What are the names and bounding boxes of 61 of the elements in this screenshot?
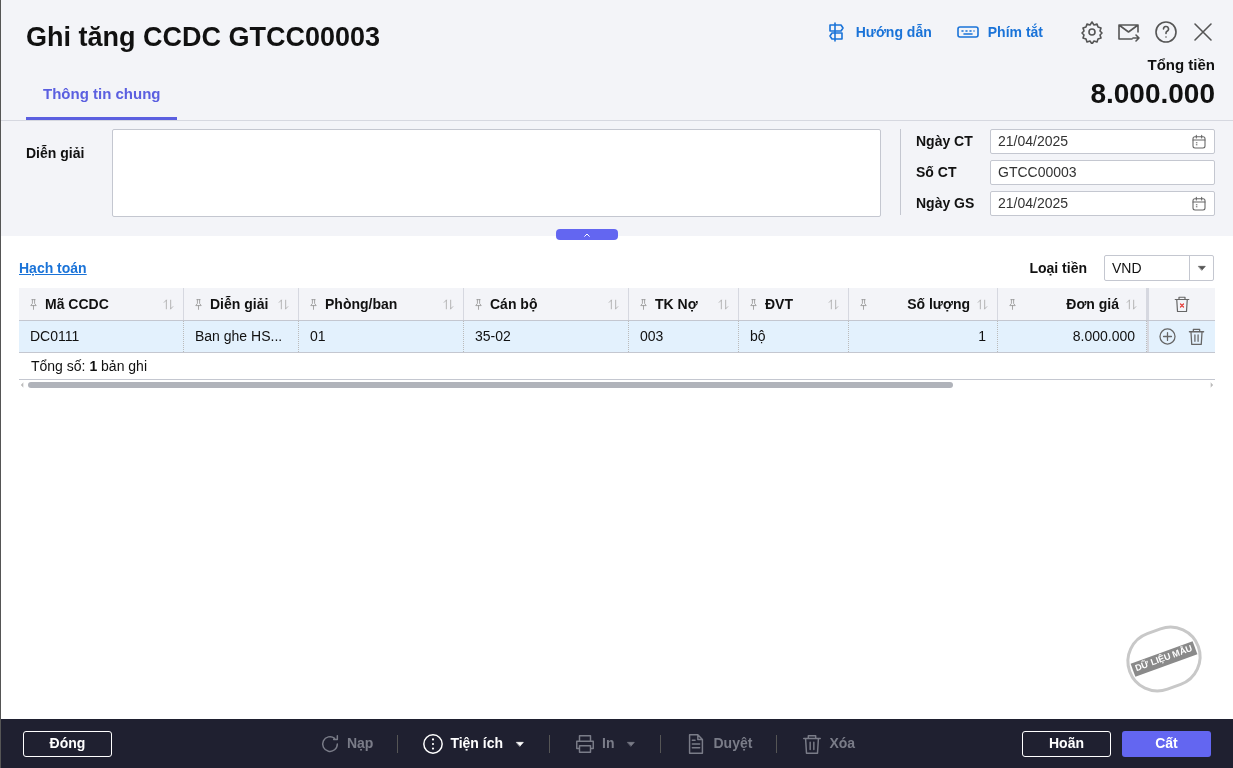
table-cell: Ban ghe HS...	[184, 321, 299, 352]
pin-icon	[472, 297, 485, 311]
calendar-icon	[1191, 195, 1207, 212]
caret-down-icon	[1196, 263, 1207, 273]
pin-icon	[1006, 297, 1019, 311]
sort-icon	[976, 297, 989, 311]
pin-icon	[307, 297, 320, 311]
settings-icon[interactable]	[1080, 20, 1104, 44]
sort-icon	[827, 297, 840, 311]
print-icon	[574, 732, 597, 755]
pin-icon	[192, 297, 205, 311]
currency-label: Loại tiền	[1029, 258, 1087, 278]
toolbar-link[interactable]: Hướng dẫn	[823, 20, 932, 44]
scrollbar-thumb[interactable]	[28, 382, 953, 388]
table-cell: 01	[299, 321, 464, 352]
table-cell: 35-02	[464, 321, 629, 352]
date-field[interactable]: 21/04/2025	[990, 129, 1215, 154]
table-cell: DC0111	[19, 321, 184, 352]
sort-icon	[717, 297, 730, 311]
trash-icon	[801, 732, 824, 755]
collapse-button[interactable]	[556, 229, 618, 240]
close-icon[interactable]	[1191, 20, 1215, 44]
table-cell: 8.000.000	[998, 321, 1147, 352]
total-label: Tổng tiền	[1147, 55, 1215, 75]
record-count: Tổng số: 1 bản ghi	[31, 356, 147, 376]
total-amount: 8.000.000	[1090, 76, 1215, 111]
delete-all-icon[interactable]	[1172, 295, 1191, 313]
close-button[interactable]: Đóng	[23, 730, 112, 757]
text-field[interactable]: GTCC00003	[990, 160, 1215, 185]
add-row-icon[interactable]	[1157, 327, 1177, 346]
table-cell: 1	[849, 321, 998, 352]
description-field[interactable]	[112, 129, 881, 217]
pin-icon	[857, 297, 870, 311]
field-label: Số CT	[916, 163, 958, 182]
trash-icon[interactable]	[1186, 327, 1206, 346]
more-icon	[422, 732, 445, 755]
field-label: Diễn giải	[26, 144, 86, 163]
cancel-button[interactable]: Hoãn	[1022, 730, 1111, 757]
pin-icon	[747, 297, 760, 311]
accounting-link[interactable]: Hạch toán	[19, 257, 87, 279]
stamp-text: DỮ LIỆU MẪU	[1130, 641, 1198, 677]
sort-icon	[607, 297, 620, 311]
sort-icon	[1125, 297, 1138, 311]
calendar-icon	[1191, 133, 1207, 150]
table-cell: bộ	[739, 321, 849, 352]
sort-icon	[277, 297, 290, 311]
toolbar-button[interactable]: Tiện ích	[422, 732, 526, 755]
date-field[interactable]: 21/04/2025	[990, 191, 1215, 216]
sort-icon	[162, 297, 175, 311]
sort-icon	[442, 297, 455, 311]
field-label: Ngày GS	[916, 194, 976, 213]
pin-icon	[27, 297, 40, 311]
save-button[interactable]: Cất	[1122, 730, 1211, 757]
table-cell: 003	[629, 321, 739, 352]
table-row[interactable]: DC0111 Ban ghe HS... 01 35-02 003 bộ 1 8.000.000	[19, 320, 1215, 353]
help-icon[interactable]	[1154, 20, 1178, 44]
window-title: Ghi tăng CCDC GTCC00003	[25, 21, 382, 54]
currency-select[interactable]: VND	[1104, 255, 1214, 281]
toolbar-link[interactable]: Phím tắt	[955, 20, 1043, 44]
field-label: Ngày CT	[916, 132, 974, 151]
pin-icon	[637, 297, 650, 311]
